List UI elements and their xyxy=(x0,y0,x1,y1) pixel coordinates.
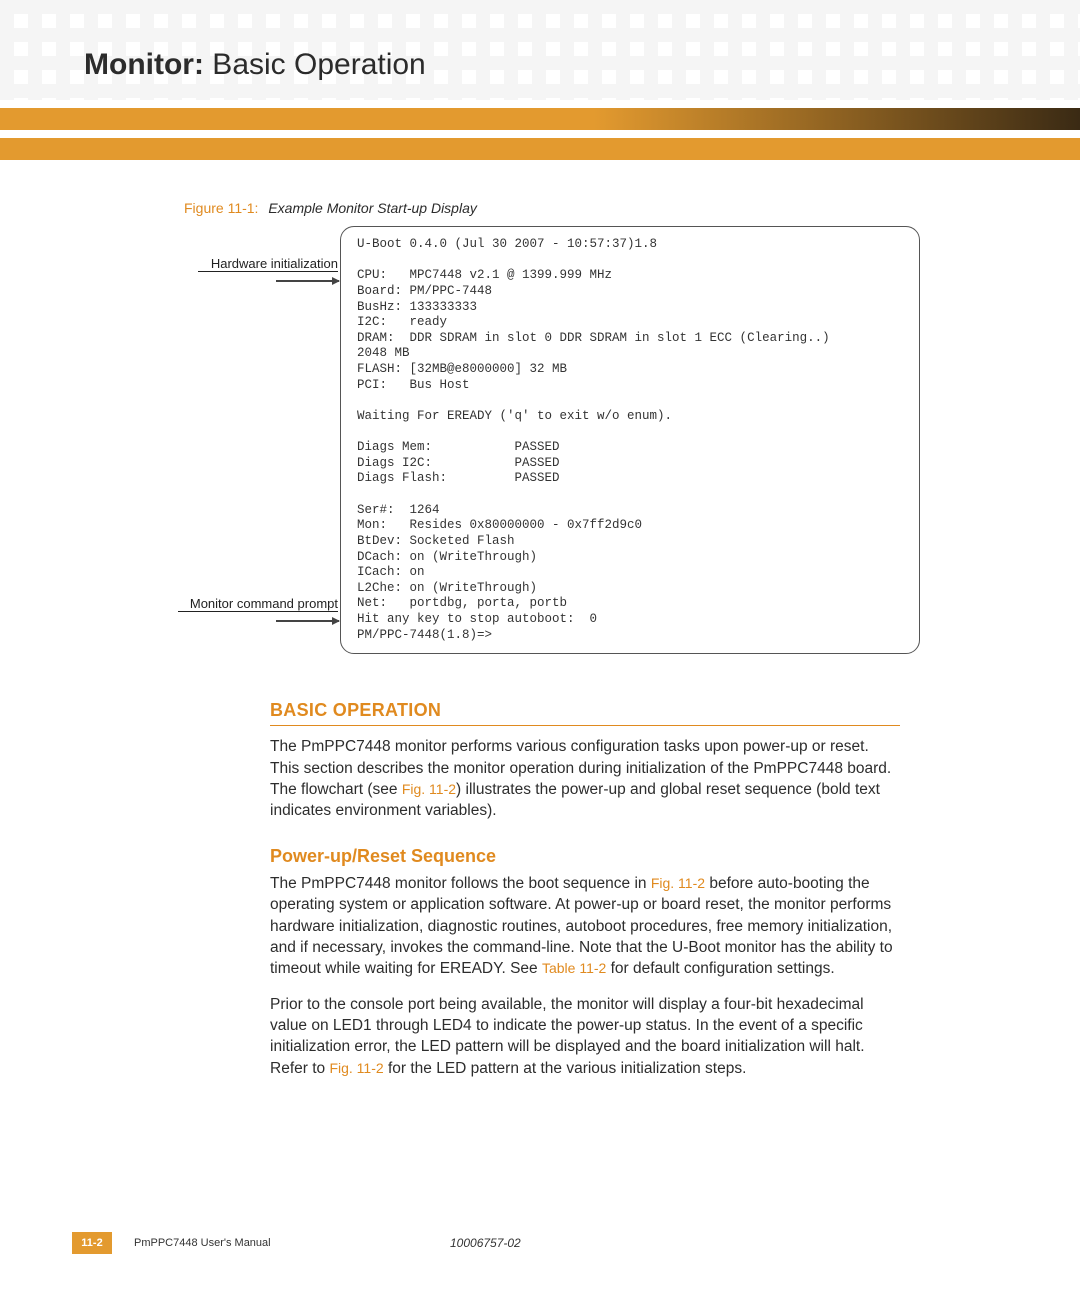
figure-title: Example Monitor Start-up Display xyxy=(268,200,477,216)
xref-table-11-2[interactable]: Table 11-2 xyxy=(542,960,606,976)
figure-11-1: Hardware initialization Monitor command … xyxy=(90,226,990,654)
figure-number: Figure 11-1: xyxy=(184,200,258,216)
chapter-title-rest: Basic Operation xyxy=(204,48,426,81)
annotation-prompt: Monitor command prompt xyxy=(178,596,338,612)
manual-name: PmPPC7448 User's Manual xyxy=(134,1237,271,1249)
terminal-output: U-Boot 0.4.0 (Jul 30 2007 - 10:57:37)1.8… xyxy=(340,226,920,654)
paragraph: The PmPPC7448 monitor follows the boot s… xyxy=(270,873,900,980)
figure-caption: Figure 11-1: Example Monitor Start-up Di… xyxy=(184,200,990,216)
xref-fig-11-2[interactable]: Fig. 11-2 xyxy=(651,875,705,891)
page-number: 11-2 xyxy=(72,1232,112,1254)
page-footer: 11-2 PmPPC7448 User's Manual 10006757-02 xyxy=(0,1230,1080,1256)
arrow-icon xyxy=(276,280,339,282)
heading-basic-operation: BASIC OPERATION xyxy=(270,700,900,726)
arrow-icon xyxy=(276,620,339,622)
annotation-hw-init: Hardware initialization xyxy=(198,256,338,272)
gradient-bar xyxy=(0,108,1080,130)
section-basic-operation: BASIC OPERATION The PmPPC7448 monitor pe… xyxy=(270,700,900,1079)
document-number: 10006757-02 xyxy=(450,1236,521,1250)
orange-bar xyxy=(0,138,1080,160)
page-content: Figure 11-1: Example Monitor Start-up Di… xyxy=(0,160,1080,1079)
xref-fig-11-2[interactable]: Fig. 11-2 xyxy=(402,781,456,797)
xref-fig-11-2[interactable]: Fig. 11-2 xyxy=(329,1060,383,1076)
chapter-title-bold: Monitor: xyxy=(84,48,204,81)
chapter-header: Monitor: Basic Operation xyxy=(0,0,1080,82)
heading-powerup: Power-up/Reset Sequence xyxy=(270,846,900,867)
paragraph: The PmPPC7448 monitor performs various c… xyxy=(270,736,900,822)
paragraph: Prior to the console port being availabl… xyxy=(270,994,900,1080)
